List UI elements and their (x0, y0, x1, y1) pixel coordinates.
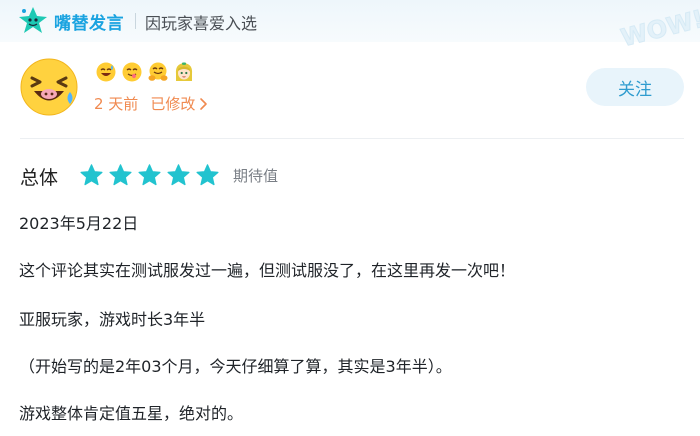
yum-face-icon (122, 62, 142, 82)
review-paragraph: 亚服玩家，游戏时长3年半 (19, 310, 206, 329)
review-paragraph: （开始写的是2年03个月，今天仔细算了算，其实是3年半）。 (19, 357, 452, 376)
brand-tagline: 因玩家喜爱入选 (145, 14, 258, 33)
grinning-sweat-icon (96, 62, 116, 82)
follow-button[interactable]: 关注 (586, 68, 684, 106)
star-icon (138, 164, 161, 186)
svg-text:WOW!: WOW! (618, 5, 700, 52)
star-icon (167, 164, 190, 186)
star-icon (196, 164, 219, 186)
review-paragraph: 这个评论其实在测试服发过一遍，但测试服没了，在这里再发一次吧！ (19, 261, 516, 280)
edited-link[interactable]: 已修改 (150, 93, 208, 114)
brand-name: 嘴替发言 (54, 14, 124, 34)
wow-badge-icon: WOW! (618, 4, 700, 52)
star-icon (80, 164, 103, 186)
brand-divider (135, 13, 136, 29)
girl-character-icon (175, 62, 193, 81)
laughing-emoji-avatar-icon (20, 58, 78, 116)
edited-label: 已修改 (150, 95, 196, 113)
rating-category: 期待值 (233, 167, 279, 185)
overall-rating-label: 总体 (20, 167, 59, 189)
review-meta: 2 天前 已修改 (94, 93, 208, 114)
divider (20, 138, 684, 139)
star-rating (79, 163, 220, 188)
review-date: 2023年5月22日 (19, 214, 139, 233)
top-banner: 嘴替发言 因玩家喜爱入选 WOW! (0, 0, 700, 52)
review-paragraph: 游戏整体肯定值五星，绝对的。 (19, 404, 244, 423)
chevron-right-icon (200, 97, 208, 110)
post-time: 2 天前 (94, 95, 139, 113)
star-icon (109, 164, 132, 186)
star-mascot-icon (19, 7, 47, 33)
hugging-face-icon (148, 62, 168, 81)
reaction-icons (96, 62, 194, 86)
